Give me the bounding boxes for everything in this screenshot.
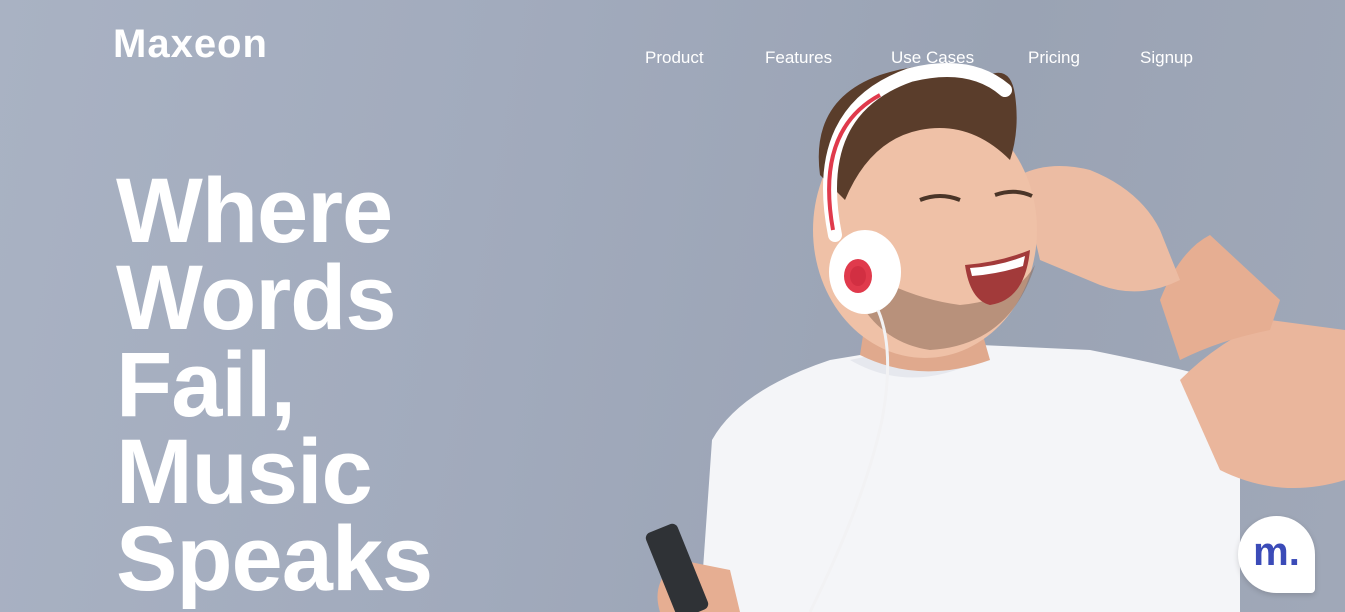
chat-bubble-icon[interactable]: m. bbox=[1238, 516, 1315, 593]
headline-line: Music bbox=[116, 421, 373, 523]
headline-line: Where bbox=[116, 160, 393, 262]
brand-logo[interactable]: Maxeon bbox=[113, 18, 268, 70]
man-with-headphones-photo bbox=[645, 63, 1345, 612]
headline-line: Words bbox=[116, 247, 397, 349]
hero-section: Maxeon Product Features Use Cases Pricin… bbox=[0, 0, 1345, 612]
chat-widget-label: m. bbox=[1253, 529, 1300, 574]
headline-line: Fail, bbox=[116, 334, 296, 436]
headline-line: Speaks bbox=[116, 508, 433, 610]
hero-headline: Where Words Fail, Music Speaks bbox=[116, 160, 433, 610]
